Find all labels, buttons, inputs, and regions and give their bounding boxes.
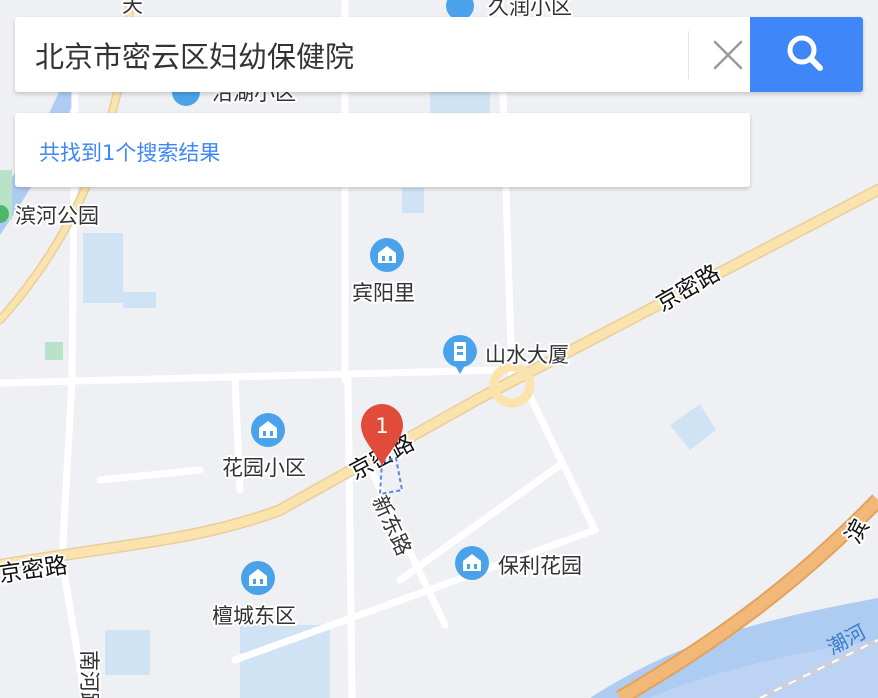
residential-icon (241, 561, 275, 595)
residential-icon (455, 546, 489, 580)
poi-binhe-park[interactable]: 滨河公园 (0, 202, 101, 230)
poi-label: 檀城东区 (212, 604, 296, 628)
poi-label: 宾阳里 (352, 281, 415, 305)
search-results-card: 共找到1个搜索结果 (15, 113, 750, 187)
poi-label: 山水大厦 (485, 343, 569, 367)
poi-label: 花园小区 (222, 456, 306, 480)
marker-label: 1 (375, 414, 388, 438)
search-bar (15, 17, 863, 92)
search-input[interactable] (15, 17, 675, 92)
poi-label: 保利花园 (498, 554, 582, 578)
search-button[interactable] (750, 17, 863, 92)
residential-icon (251, 413, 285, 447)
poi-label: 滨河公园 (15, 204, 99, 228)
map-canvas[interactable]: 京密路 京密路 京密路 新东路 南河路 滨 潮河 滨河公园 宾阳里 山水大厦 (0, 0, 878, 698)
search-icon (787, 35, 823, 71)
road-label-nanhe: 南河路 (77, 650, 101, 698)
residential-icon (370, 238, 404, 272)
partial-label: 天 (122, 0, 143, 17)
search-divider (688, 31, 689, 79)
results-summary-link[interactable]: 共找到1个搜索结果 (39, 137, 220, 167)
